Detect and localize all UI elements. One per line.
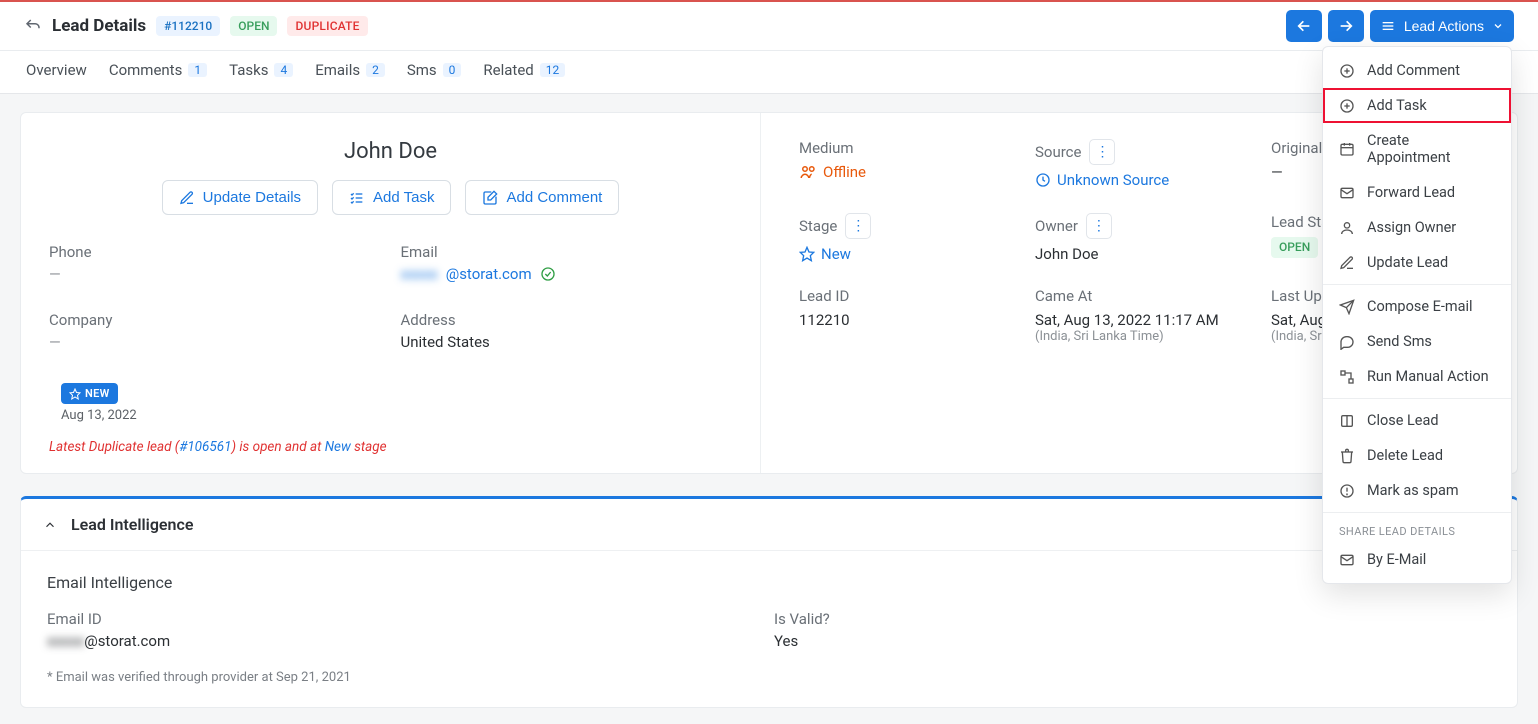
menu-run-manual-action[interactable]: Run Manual Action: [1323, 359, 1511, 394]
menu-assign-owner[interactable]: Assign Owner: [1323, 210, 1511, 245]
menu-delete-lead[interactable]: Delete Lead: [1323, 438, 1511, 473]
dup-lead-link[interactable]: #106561: [179, 439, 231, 455]
send-icon: [1339, 299, 1355, 315]
verified-icon: [540, 266, 556, 282]
meta-stage: Stage ⋮ New: [799, 213, 1015, 263]
add-task-button[interactable]: Add Task: [332, 180, 451, 215]
intel-isvalid-label: Is Valid?: [774, 610, 1491, 628]
address-label: Address: [401, 311, 733, 329]
address-value: United States: [401, 333, 733, 351]
meta-came-at: Came At Sat, Aug 13, 2022 11:17 AM (Indi…: [1035, 287, 1251, 344]
star-outline-icon: [799, 246, 815, 262]
star-icon: [69, 388, 81, 400]
trash-icon: [1339, 448, 1355, 464]
stage-date: Aug 13, 2022: [61, 408, 732, 423]
tab-related[interactable]: Related12: [483, 61, 565, 79]
note-add-icon: [482, 190, 498, 206]
email-block: Email xxxxx@storat.com: [401, 243, 733, 283]
menu-share-section: SHARE LEAD DETAILS: [1323, 517, 1511, 542]
lead-card: John Doe Update Details Add Task Add Com…: [20, 112, 1518, 474]
update-details-button[interactable]: Update Details: [162, 180, 318, 215]
tab-overview[interactable]: Overview: [26, 61, 87, 79]
offline-icon: [799, 163, 817, 181]
meta-medium: Medium Offline: [799, 139, 1015, 189]
lead-intelligence-card: Lead Intelligence Email Intelligence Ema…: [20, 496, 1518, 708]
intel-email-value: xxxxx@storat.com: [47, 632, 764, 650]
menu-send-sms[interactable]: Send Sms: [1323, 324, 1511, 359]
menu-mark-spam[interactable]: Mark as spam: [1323, 473, 1511, 508]
meta-owner: Owner ⋮ John Doe: [1035, 213, 1251, 263]
menu-forward-lead[interactable]: Forward Lead: [1323, 175, 1511, 210]
alert-icon: [1339, 483, 1355, 499]
address-block: Address United States: [401, 311, 733, 351]
plus-circle-icon: [1339, 63, 1355, 79]
stage-badge: NEW: [61, 383, 118, 404]
add-comment-button[interactable]: Add Comment: [465, 180, 619, 215]
phone-block: Phone —: [49, 243, 381, 283]
user-icon: [1339, 220, 1355, 236]
archive-icon: [1339, 413, 1355, 429]
email-label: Email: [401, 243, 733, 261]
status-chip: OPEN: [230, 16, 277, 37]
chat-icon: [1339, 334, 1355, 350]
collapse-icon[interactable]: [43, 518, 57, 532]
lead-id-chip: #112210: [156, 16, 220, 37]
company-label: Company: [49, 311, 381, 329]
page-title: Lead Details: [52, 16, 146, 36]
meta-source: Source ⋮ Unknown Source: [1035, 139, 1251, 189]
edit-icon: [1339, 255, 1355, 271]
tab-sms[interactable]: Sms0: [407, 61, 462, 79]
company-block: Company —: [49, 311, 381, 351]
lead-name: John Doe: [49, 139, 732, 164]
plus-circle-icon: [1339, 98, 1355, 114]
owner-menu-button[interactable]: ⋮: [1086, 213, 1112, 239]
meta-lead-id: Lead ID 112210: [799, 287, 1015, 344]
lead-actions-button[interactable]: Lead Actions: [1370, 10, 1514, 42]
lead-actions-menu: Add Comment Add Task Create Appointment …: [1322, 46, 1512, 584]
tab-comments[interactable]: Comments1: [109, 61, 207, 79]
back-icon[interactable]: [24, 17, 42, 35]
intel-subtitle: Email Intelligence: [47, 573, 1491, 592]
menu-compose-email[interactable]: Compose E-mail: [1323, 289, 1511, 324]
flow-icon: [1339, 369, 1355, 385]
intel-isvalid-value: Yes: [774, 632, 1491, 650]
tabs: Overview Comments1 Tasks4 Emails2 Sms0 R…: [0, 51, 1538, 94]
intel-title: Lead Intelligence: [71, 515, 193, 534]
email-value[interactable]: xxxxx@storat.com: [401, 265, 556, 283]
next-lead-button[interactable]: [1328, 10, 1364, 42]
tab-tasks[interactable]: Tasks4: [229, 61, 293, 79]
mail-icon: [1339, 552, 1355, 568]
duplicate-note: Latest Duplicate lead (#106561) is open …: [49, 439, 732, 455]
tab-emails[interactable]: Emails2: [315, 61, 385, 79]
phone-value: —: [49, 265, 381, 283]
intel-email-label: Email ID: [47, 610, 764, 628]
stage-menu-button[interactable]: ⋮: [845, 213, 871, 239]
pencil-icon: [179, 190, 195, 206]
list-check-icon: [349, 190, 365, 206]
menu-update-lead[interactable]: Update Lead: [1323, 245, 1511, 280]
calendar-icon: [1339, 141, 1355, 157]
menu-share-by-email[interactable]: By E-Mail: [1323, 542, 1511, 577]
duplicate-chip: DUPLICATE: [287, 16, 367, 37]
topbar: Lead Details #112210 OPEN DUPLICATE Lead…: [0, 2, 1538, 51]
company-value: —: [49, 333, 381, 351]
mail-icon: [1339, 185, 1355, 201]
phone-label: Phone: [49, 243, 381, 261]
menu-add-comment[interactable]: Add Comment: [1323, 53, 1511, 88]
lead-actions-label: Lead Actions: [1404, 18, 1484, 34]
source-menu-button[interactable]: ⋮: [1089, 139, 1115, 165]
intel-note: * Email was verified through provider at…: [47, 670, 1491, 685]
clock-icon: [1035, 172, 1051, 188]
menu-close-lead[interactable]: Close Lead: [1323, 403, 1511, 438]
menu-add-task[interactable]: Add Task: [1323, 88, 1511, 123]
prev-lead-button[interactable]: [1286, 10, 1322, 42]
menu-create-appointment[interactable]: Create Appointment: [1323, 123, 1511, 175]
